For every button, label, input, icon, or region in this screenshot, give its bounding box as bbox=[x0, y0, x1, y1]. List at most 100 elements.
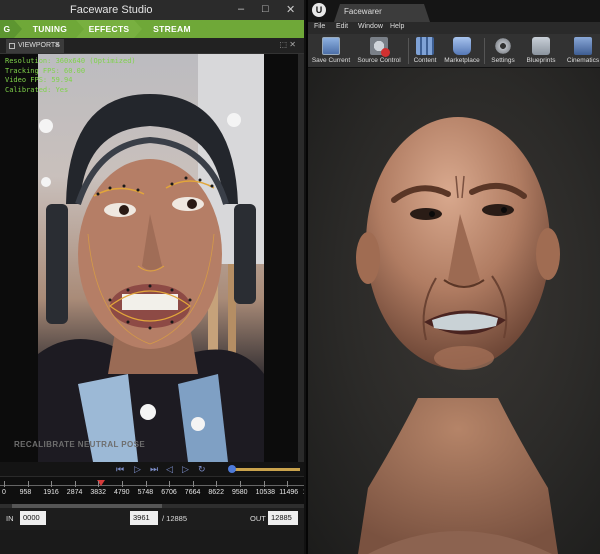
in-label: IN bbox=[6, 514, 14, 523]
timeline-tick-label: 11496 bbox=[279, 489, 299, 496]
timeline-tick bbox=[169, 481, 171, 487]
timeline-tick bbox=[192, 481, 194, 487]
timeline-tick-label: 6706 bbox=[161, 489, 177, 496]
timeline-tick-label: 5748 bbox=[137, 489, 154, 496]
timeline-tick bbox=[122, 481, 123, 487]
panel-options-icon[interactable]: ⬚ ✕ bbox=[280, 40, 296, 49]
level-viewport[interactable] bbox=[308, 68, 600, 554]
viewport-icon bbox=[9, 43, 15, 49]
viewports-tab[interactable]: VIEWPORTS ✕ bbox=[6, 39, 64, 53]
recalibrate-neutral-pose-button[interactable]: RECALIBRATE NEUTRAL POSE bbox=[14, 440, 145, 449]
out-frame-input[interactable]: 12885 bbox=[268, 511, 298, 525]
skip-to-start-icon[interactable]: ⏮ bbox=[116, 464, 124, 475]
marketplace-label: Marketplace bbox=[444, 57, 480, 64]
timeline-tick-label: 10538 bbox=[255, 489, 276, 496]
project-tab[interactable]: Facewarer bbox=[334, 4, 430, 22]
save-icon bbox=[322, 37, 340, 55]
blueprints-button[interactable]: Blueprints bbox=[522, 36, 560, 66]
play-icon[interactable]: ▷ bbox=[134, 464, 141, 475]
tab-effects[interactable]: EFFECTS bbox=[76, 20, 142, 38]
toolbar-separator bbox=[408, 38, 409, 64]
tab-stream[interactable]: STREAM bbox=[136, 20, 208, 38]
actor-video-feed bbox=[38, 54, 264, 462]
cinematics-button[interactable]: Cinematics bbox=[562, 36, 600, 66]
faceware-bottom-panel bbox=[0, 530, 304, 554]
settings-icon bbox=[494, 37, 512, 55]
tracking-stats: Resolution: 360x640 (Optimized) Tracking… bbox=[5, 57, 136, 95]
toolbar-separator bbox=[484, 38, 485, 64]
timeline-ruler[interactable]: 0 958 1916 2874 3832 4790 5748 6706 7664 8622 9580… bbox=[0, 476, 304, 508]
timeline-tick bbox=[216, 481, 218, 487]
timeline-tick-label: 7664 bbox=[184, 489, 201, 496]
tracking-viewport[interactable]: Resolution: 360x640 (Optimized) Tracking… bbox=[0, 54, 298, 462]
maximize-button[interactable]: □ bbox=[262, 3, 269, 15]
faceware-studio-window: Faceware Studio – □ ✕ G TUNING EFFECTS S… bbox=[0, 0, 304, 554]
frame-range-fields: IN 0000 3961 / 12885 OUT 12885 bbox=[0, 508, 304, 530]
cinematics-icon bbox=[574, 37, 592, 55]
settings-button[interactable]: Settings bbox=[486, 36, 520, 66]
timeline-tick-label: 124 bbox=[303, 489, 304, 496]
digital-human-head-render bbox=[356, 117, 560, 554]
skip-to-end-icon[interactable]: ⏭ bbox=[150, 464, 158, 475]
tab-setup[interactable]: G bbox=[0, 20, 22, 38]
timeline-tick-label: 958 bbox=[19, 489, 32, 496]
step-back-icon[interactable]: ◁ bbox=[166, 464, 173, 475]
source-control-button[interactable]: Source Control bbox=[354, 36, 404, 66]
timeline-tick bbox=[74, 481, 76, 487]
faceware-title-bar: Faceware Studio – □ ✕ bbox=[0, 0, 304, 20]
current-frame-input[interactable]: 3961 bbox=[130, 511, 158, 525]
viewports-tab-close-icon[interactable]: ✕ bbox=[54, 39, 60, 53]
menu-file[interactable]: File bbox=[314, 23, 325, 30]
cinematics-label: Cinematics bbox=[566, 57, 600, 64]
unreal-logo-icon: U bbox=[312, 3, 326, 17]
content-label: Content bbox=[413, 57, 437, 64]
timeline-tick bbox=[51, 481, 53, 487]
in-frame-input[interactable]: 0000 bbox=[20, 511, 46, 525]
source-control-label: Source Control bbox=[357, 57, 401, 64]
settings-label: Settings bbox=[491, 57, 515, 64]
timeline-tick bbox=[4, 481, 5, 487]
marketplace-icon bbox=[453, 37, 471, 55]
timeline-tick-label: 3832 bbox=[90, 489, 106, 496]
workflow-tabs: G TUNING EFFECTS STREAM bbox=[0, 20, 304, 38]
menu-bar: File Edit Window Help bbox=[308, 22, 600, 34]
loop-icon[interactable]: ↻ bbox=[198, 464, 206, 475]
menu-edit[interactable]: Edit bbox=[336, 23, 348, 30]
transport-controls: ⏮ ▷ ⏭ ◁ ▷ ↻ bbox=[0, 462, 304, 476]
playback-speed-slider-track[interactable] bbox=[230, 468, 300, 471]
menu-window[interactable]: Window bbox=[358, 23, 383, 30]
timeline-tick bbox=[263, 481, 265, 487]
save-current-label: Save Current bbox=[311, 57, 351, 64]
ruler-baseline bbox=[0, 485, 304, 486]
content-icon bbox=[416, 37, 434, 55]
content-button[interactable]: Content bbox=[410, 36, 440, 66]
menu-help[interactable]: Help bbox=[390, 23, 404, 30]
timeline-tick bbox=[98, 481, 100, 487]
main-toolbar: Save Current Source Control Content Mark… bbox=[308, 34, 600, 68]
viewport-scrollbar[interactable] bbox=[298, 54, 304, 462]
blueprints-icon bbox=[532, 37, 550, 55]
timeline-tick-label: 9580 bbox=[232, 489, 248, 496]
timeline-tick bbox=[240, 481, 241, 487]
minimize-button[interactable]: – bbox=[238, 3, 244, 15]
marketplace-button[interactable]: Marketplace bbox=[442, 36, 482, 66]
out-label: OUT bbox=[250, 514, 266, 523]
timeline-tick-label: 8622 bbox=[208, 489, 224, 496]
unreal-editor-window: U Facewarer File Edit Window Help Save C… bbox=[306, 0, 600, 554]
timeline-tick-label: 4790 bbox=[114, 489, 130, 496]
close-button[interactable]: ✕ bbox=[286, 3, 295, 16]
timeline-tick-label: 0 bbox=[2, 489, 6, 496]
timeline-tick bbox=[27, 481, 29, 487]
playback-speed-slider-handle[interactable] bbox=[228, 465, 236, 473]
total-frames-label: / 12885 bbox=[162, 514, 188, 523]
step-forward-icon[interactable]: ▷ bbox=[182, 464, 189, 475]
tab-tuning[interactable]: TUNING bbox=[18, 20, 82, 38]
calibrated-readout: Calibrated: Yes bbox=[5, 85, 69, 94]
resolution-readout: Resolution: 360x640 (Optimized) bbox=[5, 57, 136, 65]
save-current-button[interactable]: Save Current bbox=[310, 36, 352, 66]
source-control-icon bbox=[370, 37, 390, 57]
faceware-window-title: Faceware Studio bbox=[70, 4, 153, 16]
timeline-tick bbox=[145, 481, 147, 487]
video-fps-readout: Video FPS: 59.94 bbox=[5, 76, 73, 84]
blueprints-label: Blueprints bbox=[526, 57, 556, 64]
